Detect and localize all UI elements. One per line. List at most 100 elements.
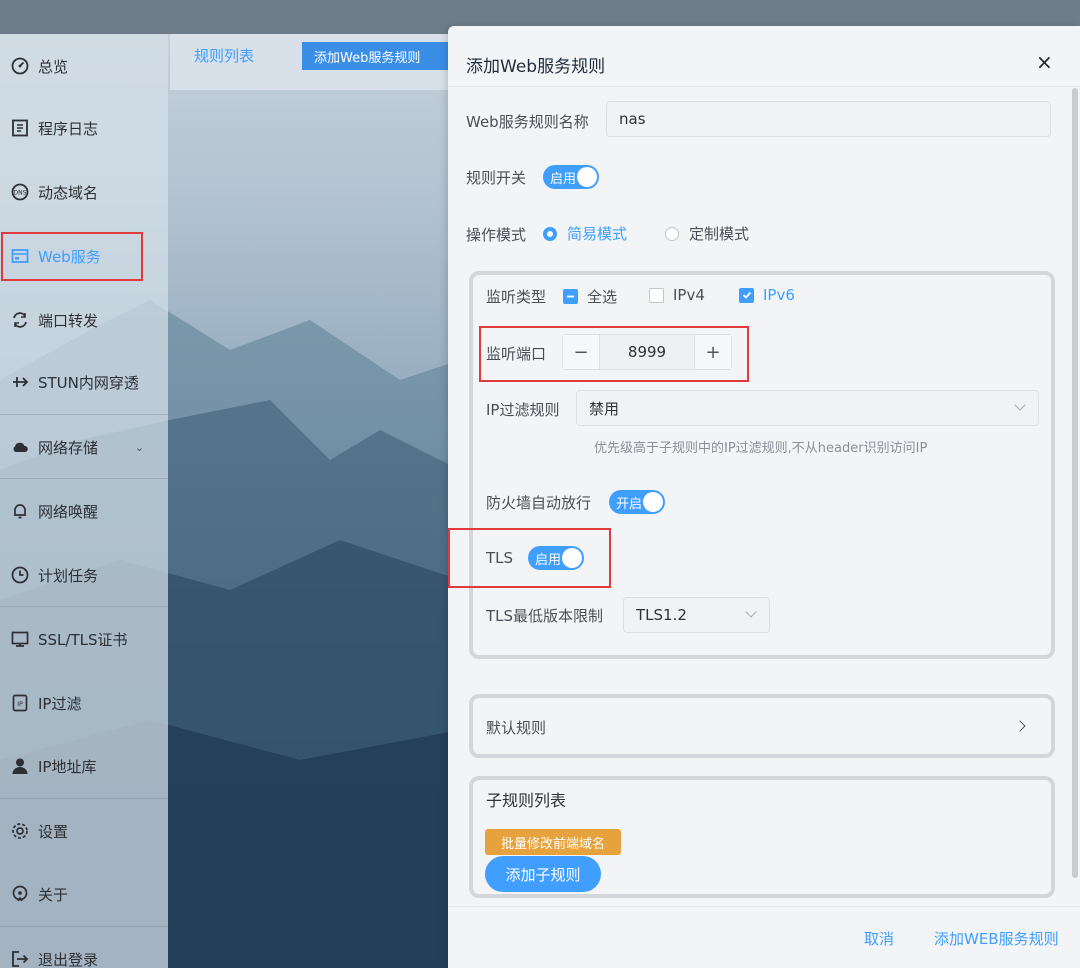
sidebar-item-label: SSL/TLS证书: [38, 630, 128, 649]
radio-dot: [665, 226, 679, 241]
sidebar-item-logs[interactable]: 程序日志: [0, 96, 168, 160]
ip-filter-select[interactable]: 禁用: [576, 390, 1039, 426]
about-icon: [10, 884, 30, 904]
sidebar-item-label: STUN内网穿透: [38, 373, 139, 392]
clock-icon: [10, 565, 30, 585]
sidebar-item-logout[interactable]: 退出登录: [0, 927, 168, 968]
listen-type-label: 监听类型: [486, 288, 547, 306]
check-icon: [739, 287, 754, 303]
user-icon: [10, 756, 30, 776]
cloud-storage-icon: [10, 437, 30, 457]
tab-add-label: 添加Web服务规则: [314, 50, 421, 66]
sidebar-item-wake-on-lan[interactable]: 网络唤醒: [0, 479, 168, 543]
sidebar-item-label: 设置: [38, 822, 69, 841]
checkbox-box: [563, 289, 578, 304]
certificate-icon: [10, 629, 30, 649]
dialog-scrollbar[interactable]: [1072, 88, 1078, 878]
sidebar-item-network-storage[interactable]: 网络存储 ⌄: [0, 415, 168, 479]
add-web-rule-dialog: 添加Web服务规则 × Web服务规则名称 nas 规则开关 启用 操作模式 简…: [448, 26, 1080, 968]
submit-button[interactable]: 添加WEB服务规则: [934, 928, 1059, 949]
sidebar-item-label: 计划任务: [38, 566, 99, 585]
sidebar-item-label: 动态域名: [38, 183, 99, 202]
highlight-box: [448, 528, 611, 588]
select-value: TLS1.2: [636, 606, 687, 624]
highlight-box: [1, 232, 143, 281]
checkbox-label: IPv6: [763, 286, 795, 304]
batch-edit-domain-button[interactable]: 批量修改前端域名: [485, 829, 621, 855]
tls-min-version-label: TLS最低版本限制: [486, 607, 604, 625]
switch-text: 启用: [550, 171, 577, 187]
default-rule-label: 默认规则: [486, 719, 547, 737]
ip-filter-label: IP过滤规则: [486, 401, 560, 419]
mode-simple-radio[interactable]: 简易模式: [543, 223, 627, 244]
sidebar-item-ssl-certificates[interactable]: SSL/TLS证书: [0, 607, 168, 671]
sidebar-item-label: 退出登录: [38, 950, 99, 968]
sidebar-item-label: 网络存储: [38, 438, 99, 457]
sidebar-item-ip-database[interactable]: IP地址库: [0, 734, 168, 798]
dialog-footer-divider: [448, 906, 1080, 907]
sidebar-item-overview[interactable]: 总览: [0, 34, 168, 98]
dashboard-icon: [10, 56, 30, 76]
chevron-down-icon: [1014, 399, 1026, 411]
sidebar-item-label: 端口转发: [38, 311, 99, 330]
sidebar-item-ip-filter[interactable]: IP IP过滤: [0, 671, 168, 735]
logout-icon: [10, 949, 30, 968]
sidebar-item-label: 总览: [38, 57, 69, 76]
radio-label: 简易模式: [567, 225, 628, 243]
dialog-title: 添加Web服务规则: [466, 57, 606, 77]
port-forward-icon: [10, 310, 30, 330]
chevron-down-icon: [745, 606, 757, 618]
mode-custom-radio[interactable]: 定制模式: [665, 223, 749, 244]
radio-dot: [543, 226, 557, 241]
rule-name-label: Web服务规则名称: [466, 113, 589, 131]
log-icon: [10, 118, 30, 138]
rule-name-value: nas: [619, 110, 646, 128]
dns-icon: DNS: [10, 182, 30, 202]
radio-label: 定制模式: [689, 225, 750, 243]
chevron-down-icon: ⌄: [134, 440, 144, 454]
tls-min-version-select[interactable]: TLS1.2: [623, 597, 770, 633]
ipv4-checkbox[interactable]: IPv4: [649, 286, 705, 304]
check-all-checkbox[interactable]: 全选: [563, 286, 617, 307]
sidebar-item-label: IP地址库: [38, 757, 97, 776]
dialog-header-divider: [448, 86, 1080, 87]
switch-text: 开启: [616, 496, 643, 512]
tab-add-web-rule[interactable]: 添加Web服务规则: [302, 42, 452, 70]
bell-icon: [10, 501, 30, 521]
sidebar-item-stun[interactable]: STUN内网穿透: [0, 350, 168, 414]
checkbox-label: IPv4: [673, 286, 705, 304]
default-rule-card[interactable]: [469, 694, 1055, 758]
sidebar-item-label: 网络唤醒: [38, 502, 99, 521]
cancel-button[interactable]: 取消: [864, 928, 894, 949]
sidebar-item-port-forward[interactable]: 端口转发: [0, 288, 168, 352]
rule-enable-switch[interactable]: 启用: [543, 165, 599, 189]
ipv6-checkbox[interactable]: IPv6: [739, 286, 795, 304]
svg-text:IP: IP: [17, 700, 23, 708]
close-icon[interactable]: ×: [1036, 50, 1053, 74]
sidebar-item-label: IP过滤: [38, 694, 82, 713]
rule-switch-label: 规则开关: [466, 169, 527, 187]
firewall-label: 防火墙自动放行: [486, 494, 592, 512]
sidebar-item-label: 程序日志: [38, 119, 99, 138]
sidebar-item-label: 关于: [38, 885, 69, 904]
sidebar-item-settings[interactable]: 设置: [0, 799, 168, 863]
ip-filter-icon: IP: [10, 693, 30, 713]
sidebar-item-about[interactable]: 关于: [0, 862, 168, 926]
select-value: 禁用: [589, 399, 620, 418]
firewall-switch[interactable]: 开启: [609, 490, 665, 514]
tab-rule-list[interactable]: 规则列表: [176, 36, 272, 74]
sub-rules-label: 子规则列表: [486, 791, 567, 810]
highlight-box: [479, 326, 749, 382]
checkbox-label: 全选: [587, 288, 618, 306]
sidebar-item-scheduled-tasks[interactable]: 计划任务: [0, 543, 168, 607]
rule-name-input[interactable]: nas: [606, 101, 1051, 137]
checkbox-box: [649, 287, 664, 303]
mode-label: 操作模式: [466, 226, 527, 244]
sidebar-item-ddns[interactable]: DNS 动态域名: [0, 160, 168, 224]
switch-knob: [577, 167, 597, 187]
add-sub-rule-button[interactable]: 添加子规则: [485, 856, 601, 892]
switch-knob: [643, 492, 663, 512]
gear-icon: [10, 821, 30, 841]
stun-icon: [10, 372, 30, 392]
svg-text:DNS: DNS: [14, 190, 27, 197]
